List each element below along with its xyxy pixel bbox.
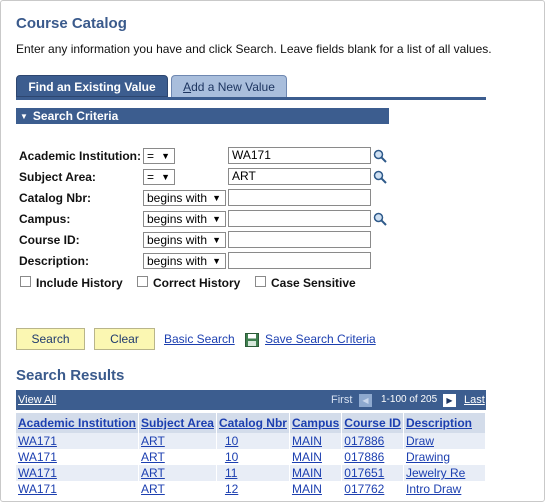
campus-label: Campus: bbox=[19, 212, 71, 226]
dropdown-arrow-icon: ▼ bbox=[212, 214, 221, 224]
save-search-criteria-link[interactable]: Save Search Criteria bbox=[265, 332, 376, 346]
description-operator-select[interactable]: begins with ▼ bbox=[143, 253, 226, 269]
tab-add-new-access-key: A bbox=[183, 80, 192, 94]
dropdown-arrow-icon: ▼ bbox=[212, 235, 221, 245]
description-label: Description: bbox=[19, 254, 90, 268]
search-criteria-label: Search Criteria bbox=[32, 109, 119, 123]
basic-search-link[interactable]: Basic Search bbox=[164, 332, 235, 346]
campus-operator-value: begins with bbox=[147, 212, 208, 226]
cell-course-id[interactable]: 017651 bbox=[341, 465, 404, 481]
campus-operator-select[interactable]: begins with ▼ bbox=[143, 211, 226, 227]
cell-course-id[interactable]: 017886 bbox=[341, 449, 404, 465]
catalog-nbr-operator-select[interactable]: begins with ▼ bbox=[143, 190, 226, 206]
cell-subject-area[interactable]: ART bbox=[138, 433, 217, 449]
magnifier-icon[interactable] bbox=[373, 170, 387, 184]
course-id-operator-value: begins with bbox=[147, 233, 208, 247]
tab-add-new-value[interactable]: Add a New Value bbox=[171, 75, 287, 97]
cell-course-id[interactable]: 017886 bbox=[341, 433, 404, 449]
table-row[interactable]: WA171 ART 10 MAIN 017886 Draw bbox=[16, 433, 487, 449]
include-history-label: Include History bbox=[36, 276, 123, 290]
include-history-checkbox[interactable] bbox=[20, 276, 31, 287]
last-link[interactable]: Last bbox=[464, 390, 485, 410]
tab-find-existing-value[interactable]: Find an Existing Value bbox=[16, 75, 168, 97]
cell-academic-institution[interactable]: WA171 bbox=[16, 433, 140, 449]
tab-find-existing-label: Find an Existing Value bbox=[28, 80, 156, 94]
description-input[interactable] bbox=[228, 252, 371, 269]
cell-campus[interactable]: MAIN bbox=[289, 449, 343, 465]
table-header-row: Academic Institution Subject Area Catalo… bbox=[16, 413, 487, 433]
search-criteria-header[interactable]: ▼ Search Criteria bbox=[16, 108, 389, 124]
column-header-campus[interactable]: Campus bbox=[289, 413, 343, 433]
academic-institution-operator-value: = bbox=[147, 149, 155, 163]
subject-area-input[interactable]: ART bbox=[228, 168, 371, 185]
column-header-description[interactable]: Description bbox=[403, 413, 487, 433]
subject-area-label: Subject Area: bbox=[19, 170, 96, 184]
triangle-left-icon: ◀ bbox=[359, 394, 372, 407]
cell-academic-institution[interactable]: WA171 bbox=[16, 481, 140, 497]
academic-institution-operator-select[interactable]: = ▼ bbox=[143, 148, 175, 164]
cell-subject-area[interactable]: ART bbox=[138, 481, 217, 497]
cell-description[interactable]: Draw bbox=[403, 433, 487, 449]
cell-campus[interactable]: MAIN bbox=[289, 433, 343, 449]
results-navigation-bar: View All First ◀ 1-100 of 205 ▶ Last bbox=[16, 390, 486, 410]
catalog-nbr-input[interactable] bbox=[228, 189, 371, 206]
subject-area-operator-select[interactable]: = ▼ bbox=[143, 169, 175, 185]
cell-campus[interactable]: MAIN bbox=[289, 481, 343, 497]
cell-academic-institution[interactable]: WA171 bbox=[16, 465, 140, 481]
page-title: Course Catalog bbox=[16, 15, 127, 32]
column-header-academic-institution[interactable]: Academic Institution bbox=[16, 413, 140, 433]
cell-description[interactable]: Jewelry Re bbox=[403, 465, 487, 481]
case-sensitive-label: Case Sensitive bbox=[271, 276, 356, 290]
search-button[interactable]: Search bbox=[16, 328, 85, 350]
correct-history-label: Correct History bbox=[153, 276, 241, 290]
table-row[interactable]: WA171 ART 11 MAIN 017651 Jewelry Re bbox=[16, 465, 487, 481]
cell-catalog-nbr[interactable]: 12 bbox=[216, 481, 290, 497]
academic-institution-label: Academic Institution: bbox=[19, 149, 142, 163]
magnifier-icon[interactable] bbox=[373, 149, 387, 163]
column-header-course-id[interactable]: Course ID bbox=[341, 413, 404, 433]
dropdown-arrow-icon: ▼ bbox=[161, 172, 170, 182]
academic-institution-input[interactable]: WA171 bbox=[228, 147, 371, 164]
cell-subject-area[interactable]: ART bbox=[138, 449, 217, 465]
view-all-link[interactable]: View All bbox=[18, 390, 56, 410]
tab-add-new-label: dd a New Value bbox=[191, 80, 275, 94]
column-header-subject-area[interactable]: Subject Area bbox=[138, 413, 217, 433]
dropdown-arrow-icon: ▼ bbox=[212, 193, 221, 203]
catalog-nbr-label: Catalog Nbr: bbox=[19, 191, 91, 205]
tab-underline bbox=[16, 97, 486, 100]
cell-catalog-nbr[interactable]: 11 bbox=[216, 465, 290, 481]
dropdown-arrow-icon: ▼ bbox=[161, 151, 170, 161]
results-range-text: 1-100 of 205 bbox=[381, 394, 438, 405]
clear-button[interactable]: Clear bbox=[94, 328, 155, 350]
floppy-disk-icon[interactable] bbox=[245, 333, 259, 347]
table-row[interactable]: WA171 ART 12 MAIN 017762 Intro Draw bbox=[16, 481, 487, 497]
description-operator-value: begins with bbox=[147, 254, 208, 268]
column-header-catalog-nbr[interactable]: Catalog Nbr bbox=[216, 413, 290, 433]
course-id-input[interactable] bbox=[228, 231, 371, 248]
search-results-title: Search Results bbox=[16, 367, 125, 384]
search-results-table: Academic Institution Subject Area Catalo… bbox=[16, 413, 487, 497]
correct-history-checkbox[interactable] bbox=[137, 276, 148, 287]
cell-description[interactable]: Drawing bbox=[403, 449, 487, 465]
triangle-down-icon: ▼ bbox=[20, 112, 28, 121]
course-id-operator-select[interactable]: begins with ▼ bbox=[143, 232, 226, 248]
cell-catalog-nbr[interactable]: 10 bbox=[216, 433, 290, 449]
cell-academic-institution[interactable]: WA171 bbox=[16, 449, 140, 465]
cell-catalog-nbr[interactable]: 10 bbox=[216, 449, 290, 465]
table-row[interactable]: WA171 ART 10 MAIN 017886 Drawing bbox=[16, 449, 487, 465]
instructions-text: Enter any information you have and click… bbox=[16, 42, 492, 56]
magnifier-icon[interactable] bbox=[373, 212, 387, 226]
cell-subject-area[interactable]: ART bbox=[138, 465, 217, 481]
catalog-nbr-operator-value: begins with bbox=[147, 191, 208, 205]
campus-input[interactable] bbox=[228, 210, 371, 227]
cell-course-id[interactable]: 017762 bbox=[341, 481, 404, 497]
triangle-right-icon[interactable]: ▶ bbox=[443, 394, 456, 407]
cell-campus[interactable]: MAIN bbox=[289, 465, 343, 481]
case-sensitive-checkbox[interactable] bbox=[255, 276, 266, 287]
first-link: First bbox=[331, 394, 353, 406]
cell-description[interactable]: Intro Draw bbox=[403, 481, 487, 497]
course-id-label: Course ID: bbox=[19, 233, 80, 247]
dropdown-arrow-icon: ▼ bbox=[212, 256, 221, 266]
subject-area-operator-value: = bbox=[147, 170, 155, 184]
